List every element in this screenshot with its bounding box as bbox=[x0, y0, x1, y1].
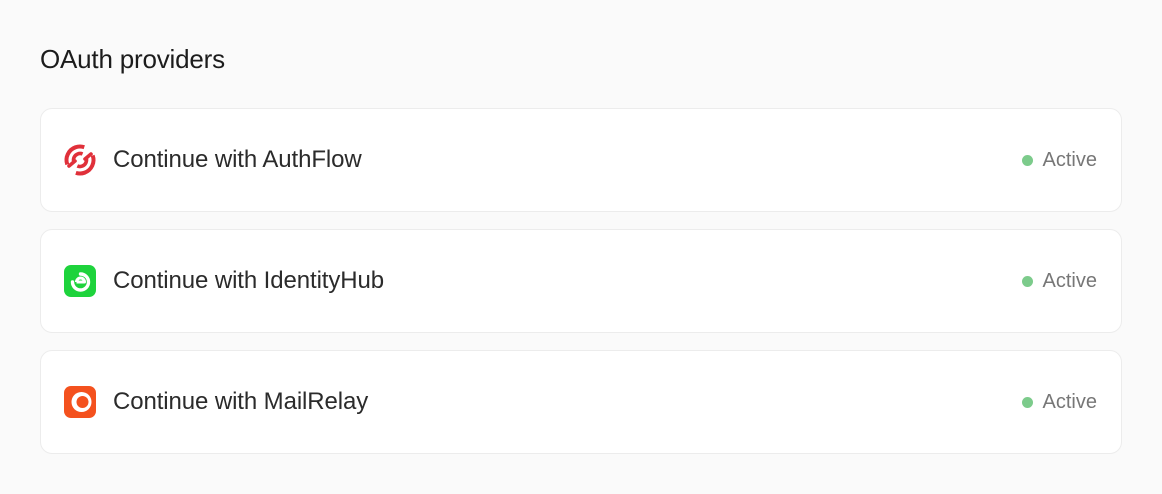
provider-row-identityhub[interactable]: Continue with IdentityHub Active bbox=[40, 229, 1122, 333]
status-dot bbox=[1021, 154, 1033, 166]
provider-row-authflow[interactable]: Continue with AuthFlow Active bbox=[40, 108, 1122, 212]
oauth-providers-panel: OAuth providers Continue with AuthFlow A… bbox=[0, 0, 1162, 494]
status-dot bbox=[1021, 275, 1033, 287]
status-badge: Active bbox=[1021, 269, 1097, 293]
status-dot bbox=[1021, 396, 1033, 408]
status-badge: Active bbox=[1021, 390, 1097, 414]
provider-label: Continue with MailRelay bbox=[113, 388, 369, 415]
provider-label: Continue with IdentityHub bbox=[113, 267, 384, 294]
status-text: Active bbox=[1042, 149, 1097, 171]
mailrelay-logo-icon bbox=[63, 385, 97, 419]
provider-row-mailrelay[interactable]: Continue with MailRelay Active bbox=[40, 350, 1122, 454]
status-text: Active bbox=[1042, 270, 1097, 292]
status-badge: Active bbox=[1021, 148, 1097, 172]
identityhub-logo-icon bbox=[63, 264, 97, 298]
status-text: Active bbox=[1042, 391, 1097, 413]
authflow-logo-icon bbox=[63, 143, 97, 177]
section-title: OAuth providers bbox=[40, 44, 225, 74]
provider-list: Continue with AuthFlow Active Continue w… bbox=[40, 108, 1122, 454]
provider-label: Continue with AuthFlow bbox=[113, 146, 362, 173]
